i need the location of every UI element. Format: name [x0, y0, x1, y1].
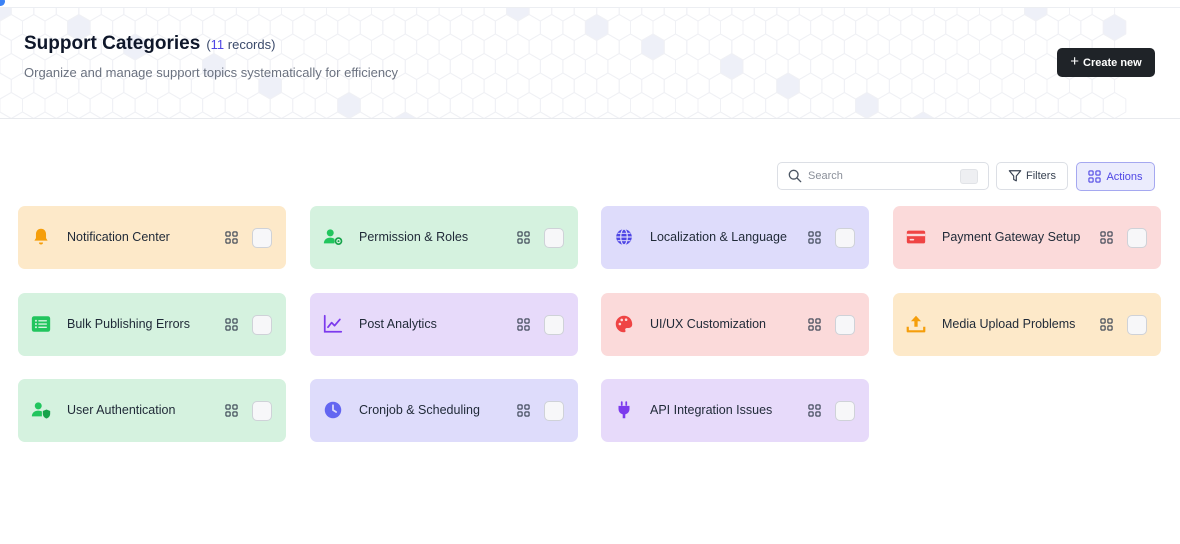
grid-icon[interactable] [517, 404, 530, 417]
top-bar [0, 0, 1180, 8]
select-checkbox[interactable] [835, 315, 855, 335]
grid-icon[interactable] [225, 404, 238, 417]
category-label: Post Analytics [359, 317, 437, 331]
category-card[interactable]: Payment Gateway Setup [893, 206, 1161, 269]
grid-icon[interactable] [225, 231, 238, 244]
category-card[interactable]: Localization & Language [601, 206, 869, 269]
create-new-label: Create new [1083, 56, 1142, 69]
category-card[interactable]: API Integration Issues [601, 379, 869, 442]
filter-icon [1008, 170, 1022, 182]
category-card[interactable]: Post Analytics [310, 293, 578, 356]
plus-icon: + [1070, 53, 1080, 70]
category-label: Payment Gateway Setup [942, 230, 1081, 244]
category-card[interactable]: Media Upload Problems [893, 293, 1161, 356]
category-label: Bulk Publishing Errors [67, 317, 190, 331]
upload-icon [905, 313, 927, 335]
grid-icon[interactable] [225, 318, 238, 331]
category-label: API Integration Issues [650, 403, 773, 417]
record-count: (11 records) [206, 37, 276, 52]
page-header: Support Categories (11 records) Organize… [0, 8, 1180, 119]
category-label: Media Upload Problems [942, 317, 1076, 331]
select-checkbox[interactable] [835, 228, 855, 248]
select-checkbox[interactable] [252, 315, 272, 335]
actions-label: Actions [1106, 170, 1143, 183]
select-checkbox[interactable] [544, 315, 564, 335]
select-checkbox[interactable] [544, 228, 564, 248]
clock-icon [322, 399, 344, 421]
user-gear-icon [322, 226, 344, 248]
grid-icon[interactable] [808, 404, 821, 417]
page-title: Support Categories [24, 33, 201, 54]
category-card[interactable]: Cronjob & Scheduling [310, 379, 578, 442]
filters-label: Filters [1026, 170, 1056, 182]
grid-icon [1088, 170, 1102, 183]
category-card[interactable]: Bulk Publishing Errors [18, 293, 286, 356]
grid-icon[interactable] [1100, 231, 1113, 244]
category-label: Permission & Roles [359, 230, 469, 244]
list-icon [30, 313, 52, 335]
category-label: Localization & Language [650, 230, 787, 244]
search-icon [788, 169, 802, 183]
grid-icon[interactable] [808, 231, 821, 244]
bell-icon [30, 226, 52, 248]
filters-button[interactable]: Filters [996, 162, 1068, 190]
select-checkbox[interactable] [1127, 228, 1147, 248]
actions-button[interactable]: Actions [1076, 162, 1155, 191]
chart-line-icon [322, 313, 344, 335]
select-checkbox[interactable] [1127, 315, 1147, 335]
category-label: Cronjob & Scheduling [359, 403, 480, 417]
category-card[interactable]: User Authentication [18, 379, 286, 442]
select-checkbox[interactable] [252, 401, 272, 421]
grid-icon[interactable] [1100, 318, 1113, 331]
title-row: Support Categories (11 records) [24, 33, 275, 55]
grid-icon[interactable] [808, 318, 821, 331]
category-card[interactable]: Permission & Roles [310, 206, 578, 269]
category-card[interactable]: UI/UX Customization [601, 293, 869, 356]
select-checkbox[interactable] [544, 401, 564, 421]
plug-icon [613, 399, 635, 421]
palette-icon [613, 313, 635, 335]
create-new-button[interactable]: + Create new [1057, 48, 1155, 77]
category-label: User Authentication [67, 403, 176, 417]
search-box[interactable] [777, 162, 989, 190]
page-subtitle: Organize and manage support topics syste… [24, 65, 399, 80]
hexagon-background [0, 8, 1127, 118]
select-checkbox[interactable] [252, 228, 272, 248]
grid-icon[interactable] [517, 231, 530, 244]
grid-icon[interactable] [517, 318, 530, 331]
search-input[interactable] [808, 170, 958, 182]
category-label: Notification Center [67, 230, 170, 244]
category-label: UI/UX Customization [650, 317, 767, 331]
credit-card-icon [905, 226, 927, 248]
category-card[interactable]: Notification Center [18, 206, 286, 269]
select-checkbox[interactable] [835, 401, 855, 421]
keyboard-shortcut-badge [960, 169, 978, 184]
globe-icon [613, 226, 635, 248]
user-shield-icon [30, 399, 52, 421]
